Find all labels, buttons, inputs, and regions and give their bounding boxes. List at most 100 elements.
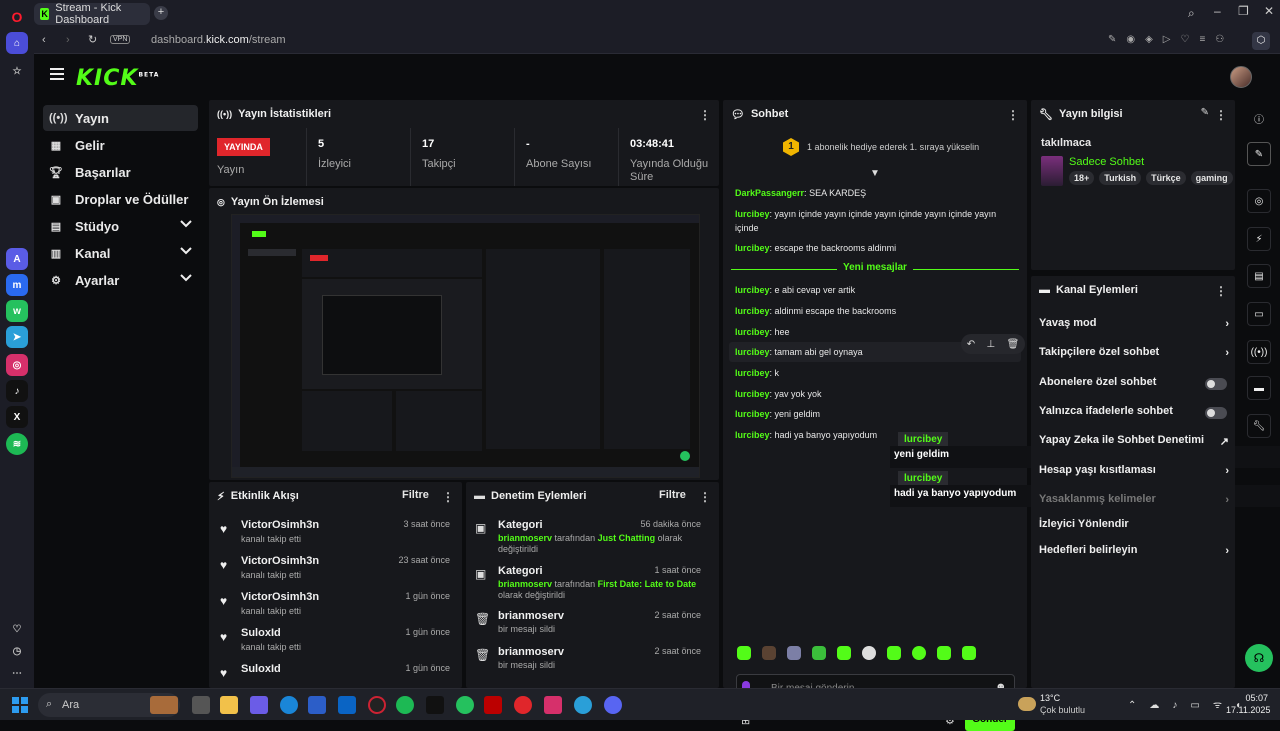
nav-item-kanal[interactable]: ▥ Kanal [43, 240, 198, 266]
emote-icon[interactable] [962, 646, 976, 660]
nav-item-droplar[interactable]: ▣ Droplar ve Ödüller [43, 186, 198, 212]
spotify-icon[interactable] [396, 696, 414, 714]
edit-icon[interactable]: ✎ [1201, 107, 1209, 118]
emote-icon[interactable] [762, 646, 776, 660]
action-followers-only[interactable]: Takipçilere özel sohbet › [1039, 346, 1229, 366]
activity-menu-icon[interactable]: ⋮ [442, 490, 454, 504]
file-explorer-icon[interactable] [220, 696, 238, 714]
stream-info-menu-icon[interactable]: ⋮ [1215, 108, 1227, 122]
close-window-button[interactable]: ✕ [1264, 4, 1274, 18]
emote-icon[interactable] [862, 646, 876, 660]
chat-icon[interactable]: ▭ [1247, 302, 1271, 326]
maximize-button[interactable]: ❐ [1238, 4, 1249, 18]
toggle-switch[interactable] [1205, 378, 1227, 390]
tab-kick-dashboard[interactable]: K Stream - Kick Dashboard [34, 2, 150, 26]
more-icon[interactable]: ⋯ [6, 662, 28, 684]
emote-icon[interactable] [812, 646, 826, 660]
nav-item-yayin[interactable]: ((•)) Yayın [43, 105, 198, 131]
activity-filter-button[interactable]: Filtre [402, 489, 429, 501]
pinned-toggle-icon[interactable]: ▼ [870, 168, 880, 179]
chat-message[interactable]: DarkPassangerr: SEA KARDEŞ [735, 186, 1020, 200]
messenger-icon[interactable]: m [6, 274, 28, 296]
task-view-icon[interactable] [192, 696, 210, 714]
taskbar-search[interactable]: ⌕ Ara [38, 693, 180, 717]
emote-icon[interactable] [737, 646, 751, 660]
stats-menu-icon[interactable]: ⋮ [699, 108, 711, 122]
aria-icon[interactable]: A [6, 248, 28, 270]
reply-icon[interactable]: ↶ [967, 339, 975, 350]
moderation-filter-button[interactable]: Filtre [659, 489, 686, 501]
chat-menu-icon[interactable]: ⋮ [1007, 108, 1019, 122]
address-bar-tools[interactable]: ✎◉◈▷♡≡⚇ [1108, 34, 1234, 45]
camera-icon[interactable]: ◎ [1247, 189, 1271, 213]
moderation-menu-icon[interactable]: ⋮ [699, 490, 711, 504]
tiktok-icon[interactable] [426, 696, 444, 714]
spotify-icon[interactable]: ≋ [6, 433, 28, 455]
moderation-icon[interactable]: ▬ [1247, 376, 1271, 400]
copilot-icon[interactable] [250, 696, 268, 714]
category-link[interactable]: Sadece Sohbet [1069, 156, 1144, 168]
emote-icon[interactable] [837, 646, 851, 660]
weather-temp[interactable]: 13°C [1040, 693, 1060, 703]
instagram-icon[interactable] [544, 696, 562, 714]
chat-message[interactable]: lurcibey: hadi ya banyo yapıyodum [735, 428, 1020, 442]
action-raid[interactable]: İzleyici Yönlendir [1039, 518, 1229, 538]
star-icon[interactable]: ☆ [6, 60, 28, 82]
opera-icon[interactable] [514, 696, 532, 714]
whatsapp-icon[interactable]: w [6, 300, 28, 322]
gift-banner[interactable]: 1 abonelik hediye ederek 1. sıraya yükse… [807, 142, 979, 152]
stream-preview-video[interactable] [231, 214, 700, 478]
edge-icon[interactable] [280, 696, 298, 714]
telegram-icon[interactable]: ➤ [6, 326, 28, 348]
reload-icon[interactable]: ↻ [88, 33, 97, 46]
minimize-button[interactable]: – [1214, 4, 1221, 18]
category-thumbnail[interactable] [1041, 156, 1063, 186]
clock-date[interactable]: 17.11.2025 [1226, 705, 1270, 715]
nav-item-ayarlar[interactable]: ⚙ Ayarlar [43, 267, 198, 293]
store-icon[interactable] [308, 696, 326, 714]
wrench-icon[interactable]: 🔧︎ [1247, 414, 1271, 438]
toggle-switch[interactable] [1205, 407, 1227, 419]
info-icon[interactable]: ⓘ [1247, 106, 1271, 130]
emote-icon[interactable] [887, 646, 901, 660]
support-chat-button[interactable]: ☊ [1245, 644, 1273, 672]
broadcast-icon[interactable]: ((•)) [1247, 340, 1271, 364]
chat-message[interactable]: lurcibey: aldinmi escape the backrooms [735, 304, 1020, 318]
edit-icon[interactable]: ✎ [1247, 142, 1271, 166]
user-avatar[interactable] [1230, 66, 1252, 88]
action-banned-words[interactable]: Yasaklanmış kelimeler › [1039, 493, 1229, 513]
forward-icon[interactable]: › [66, 34, 70, 46]
heart-icon[interactable]: ♡ [6, 618, 28, 640]
whatsapp-icon[interactable] [456, 696, 474, 714]
chat-message[interactable]: lurcibey: yeni geldim [735, 407, 1020, 421]
menu-icon[interactable] [50, 68, 64, 80]
delete-icon[interactable]: 🗑︎ [1007, 339, 1020, 350]
outlook-icon[interactable] [338, 696, 356, 714]
weather-desc[interactable]: Çok bulutlu [1040, 705, 1085, 715]
new-tab-button[interactable]: + [154, 6, 168, 20]
action-account-age[interactable]: Hesap yaşı kısıtlaması › [1039, 464, 1229, 484]
action-ai-moderation[interactable]: Yapay Zeka ile Sohbet Denetimi ↗ [1039, 434, 1229, 454]
extension-icon[interactable]: ⬡ [1252, 32, 1270, 50]
chat-message[interactable]: lurcibey: escape the backrooms aldinmi [735, 241, 1020, 255]
lightning-icon[interactable]: ⚡︎ [1247, 227, 1271, 251]
nav-item-gelir[interactable]: ▦ Gelir [43, 132, 198, 158]
back-icon[interactable]: ‹ [42, 34, 46, 46]
action-emotes-only[interactable]: Yalnızca ifadelerle sohbet [1039, 405, 1235, 425]
url-field[interactable]: dashboard.kick.com/stream [151, 34, 286, 46]
chat-message[interactable]: lurcibey: e abi cevap ver artik [735, 283, 1020, 297]
opera-logo-icon[interactable]: O [6, 6, 28, 28]
nav-item-studyo[interactable]: ▤ Stüdyo [43, 213, 198, 239]
kick-logo[interactable]: KICKBETA [76, 66, 159, 91]
document-icon[interactable]: ▤ [1247, 264, 1271, 288]
chat-message[interactable]: lurcibey: yav yok yok [735, 387, 1020, 401]
x-icon[interactable]: X [6, 406, 28, 428]
windows-start-icon[interactable] [12, 697, 28, 713]
netflix-icon[interactable] [484, 696, 502, 714]
chat-message[interactable]: lurcibey: yayın içinde yayın içinde yayı… [735, 207, 1020, 235]
nav-item-basarilar[interactable]: 🏆︎ Başarılar [43, 159, 198, 185]
history-icon[interactable]: ◷ [6, 640, 28, 662]
home-icon[interactable]: ⌂ [6, 32, 28, 54]
action-subscribers-only[interactable]: Abonelere özel sohbet [1039, 376, 1235, 396]
action-slow-mode[interactable]: Yavaş mod › [1039, 317, 1229, 337]
